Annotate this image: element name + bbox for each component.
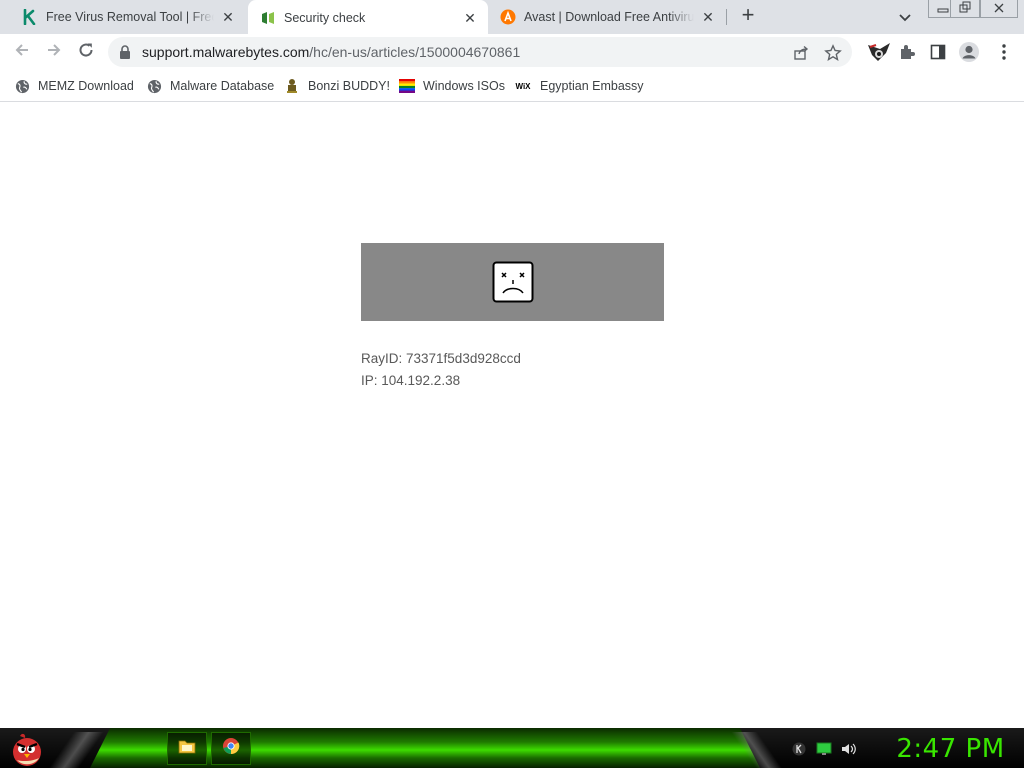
extensions-puzzle-icon[interactable] (897, 42, 917, 62)
back-arrow-icon (13, 41, 31, 64)
forward-button[interactable] (42, 40, 66, 64)
bookmark-label: Egyptian Embassy (540, 79, 644, 93)
browser-toolbar: support.malwarebytes.com/hc/en-us/articl… (0, 34, 1024, 70)
back-button[interactable] (10, 40, 34, 64)
tab-title: Free Virus Removal Tool | Free Vi (46, 10, 214, 24)
kaspersky-k-icon (22, 9, 38, 25)
sad-face-icon (492, 261, 534, 303)
start-button-angry-bird-icon[interactable] (8, 730, 46, 768)
profile-avatar-icon[interactable] (958, 42, 980, 62)
avast-icon (500, 9, 516, 25)
taskbar: 2:47 PM (0, 728, 1024, 768)
bookmark-malware-database[interactable]: Malware Database (146, 76, 274, 96)
restore-icon (958, 0, 972, 18)
new-tab-button[interactable]: + (737, 4, 759, 27)
chrome-icon (222, 737, 240, 760)
folder-icon (178, 738, 196, 759)
bookmarks-bar: MEMZ Download Malware Database Bonzi BUD… (0, 70, 1024, 102)
address-bar[interactable]: support.malwarebytes.com/hc/en-us/articl… (108, 37, 852, 67)
tab-security-check[interactable]: Security check ✕ (248, 0, 488, 36)
bookmark-windows-isos[interactable]: Windows ISOs (399, 76, 505, 96)
bookmark-bonzi-buddy[interactable]: Bonzi BUDDY! (284, 76, 390, 96)
menu-kebab-icon[interactable] (994, 42, 1014, 62)
bookmark-label: Malware Database (170, 79, 275, 93)
tab-kaspersky[interactable]: Free Virus Removal Tool | Free Vi ✕ (10, 0, 246, 34)
tab-close-icon[interactable]: ✕ (220, 9, 236, 25)
bookmark-label: Windows ISOs (423, 79, 505, 93)
bookmark-memz-download[interactable]: MEMZ Download (14, 76, 134, 96)
extension-eye-icon[interactable] (866, 42, 892, 62)
bookmark-label: Bonzi BUDDY! (308, 79, 390, 93)
ip-text: IP: 104.192.2.38 (361, 373, 461, 388)
tray-volume-icon[interactable] (841, 741, 857, 757)
reload-icon (77, 41, 95, 64)
error-banner (361, 243, 664, 321)
globe-icon (146, 78, 162, 94)
tab-title: Avast | Download Free Antivirus & (524, 10, 694, 24)
url-path: /hc/en-us/articles/1500004670861 (309, 44, 521, 60)
url-host: support.malwarebytes.com (142, 44, 310, 60)
tab-title: Security check (284, 11, 366, 25)
taskbar-clock[interactable]: 2:47 PM (883, 732, 1018, 766)
bookmark-star-icon[interactable] (824, 44, 842, 62)
reload-button[interactable] (74, 40, 98, 64)
tab-separator (726, 9, 727, 25)
minimize-icon (936, 0, 950, 18)
bookmark-label: MEMZ Download (38, 79, 134, 93)
tab-search-chevron-icon[interactable] (896, 8, 914, 26)
browser-window: Free Virus Removal Tool | Free Vi ✕ Secu… (0, 0, 1024, 768)
side-panel-icon[interactable] (928, 42, 948, 62)
green-shield-icon (260, 10, 276, 26)
tab-close-icon[interactable]: ✕ (462, 10, 478, 26)
wix-icon: WiX (515, 81, 531, 91)
tab-avast[interactable]: Avast | Download Free Antivirus & ✕ (488, 0, 726, 34)
restore-button[interactable] (950, 0, 980, 18)
page-content: RayID: 73371f5d3d928ccd IP: 104.192.2.38 (0, 103, 1024, 728)
tray-kaspersky-icon[interactable] (791, 741, 807, 757)
bonzi-icon (284, 78, 300, 94)
tab-close-icon[interactable]: ✕ (700, 9, 716, 25)
bookmark-egyptian-embassy[interactable]: WiX Egyptian Embassy (514, 76, 644, 96)
taskbar-file-explorer-button[interactable] (167, 732, 207, 765)
taskbar-chrome-button[interactable] (211, 732, 251, 765)
tab-strip: Free Virus Removal Tool | Free Vi ✕ Secu… (0, 0, 1024, 36)
globe-icon (14, 78, 30, 94)
url-text[interactable]: support.malwarebytes.com/hc/en-us/articl… (142, 44, 520, 60)
tray-network-icon[interactable] (816, 741, 832, 757)
ray-id-text: RayID: 73371f5d3d928ccd (361, 351, 521, 366)
share-icon[interactable] (792, 44, 810, 62)
close-icon (993, 0, 1005, 18)
rainbow-flag-icon (399, 78, 415, 94)
forward-arrow-icon (45, 41, 63, 64)
lock-icon[interactable] (118, 45, 132, 59)
close-window-button[interactable] (980, 0, 1018, 18)
